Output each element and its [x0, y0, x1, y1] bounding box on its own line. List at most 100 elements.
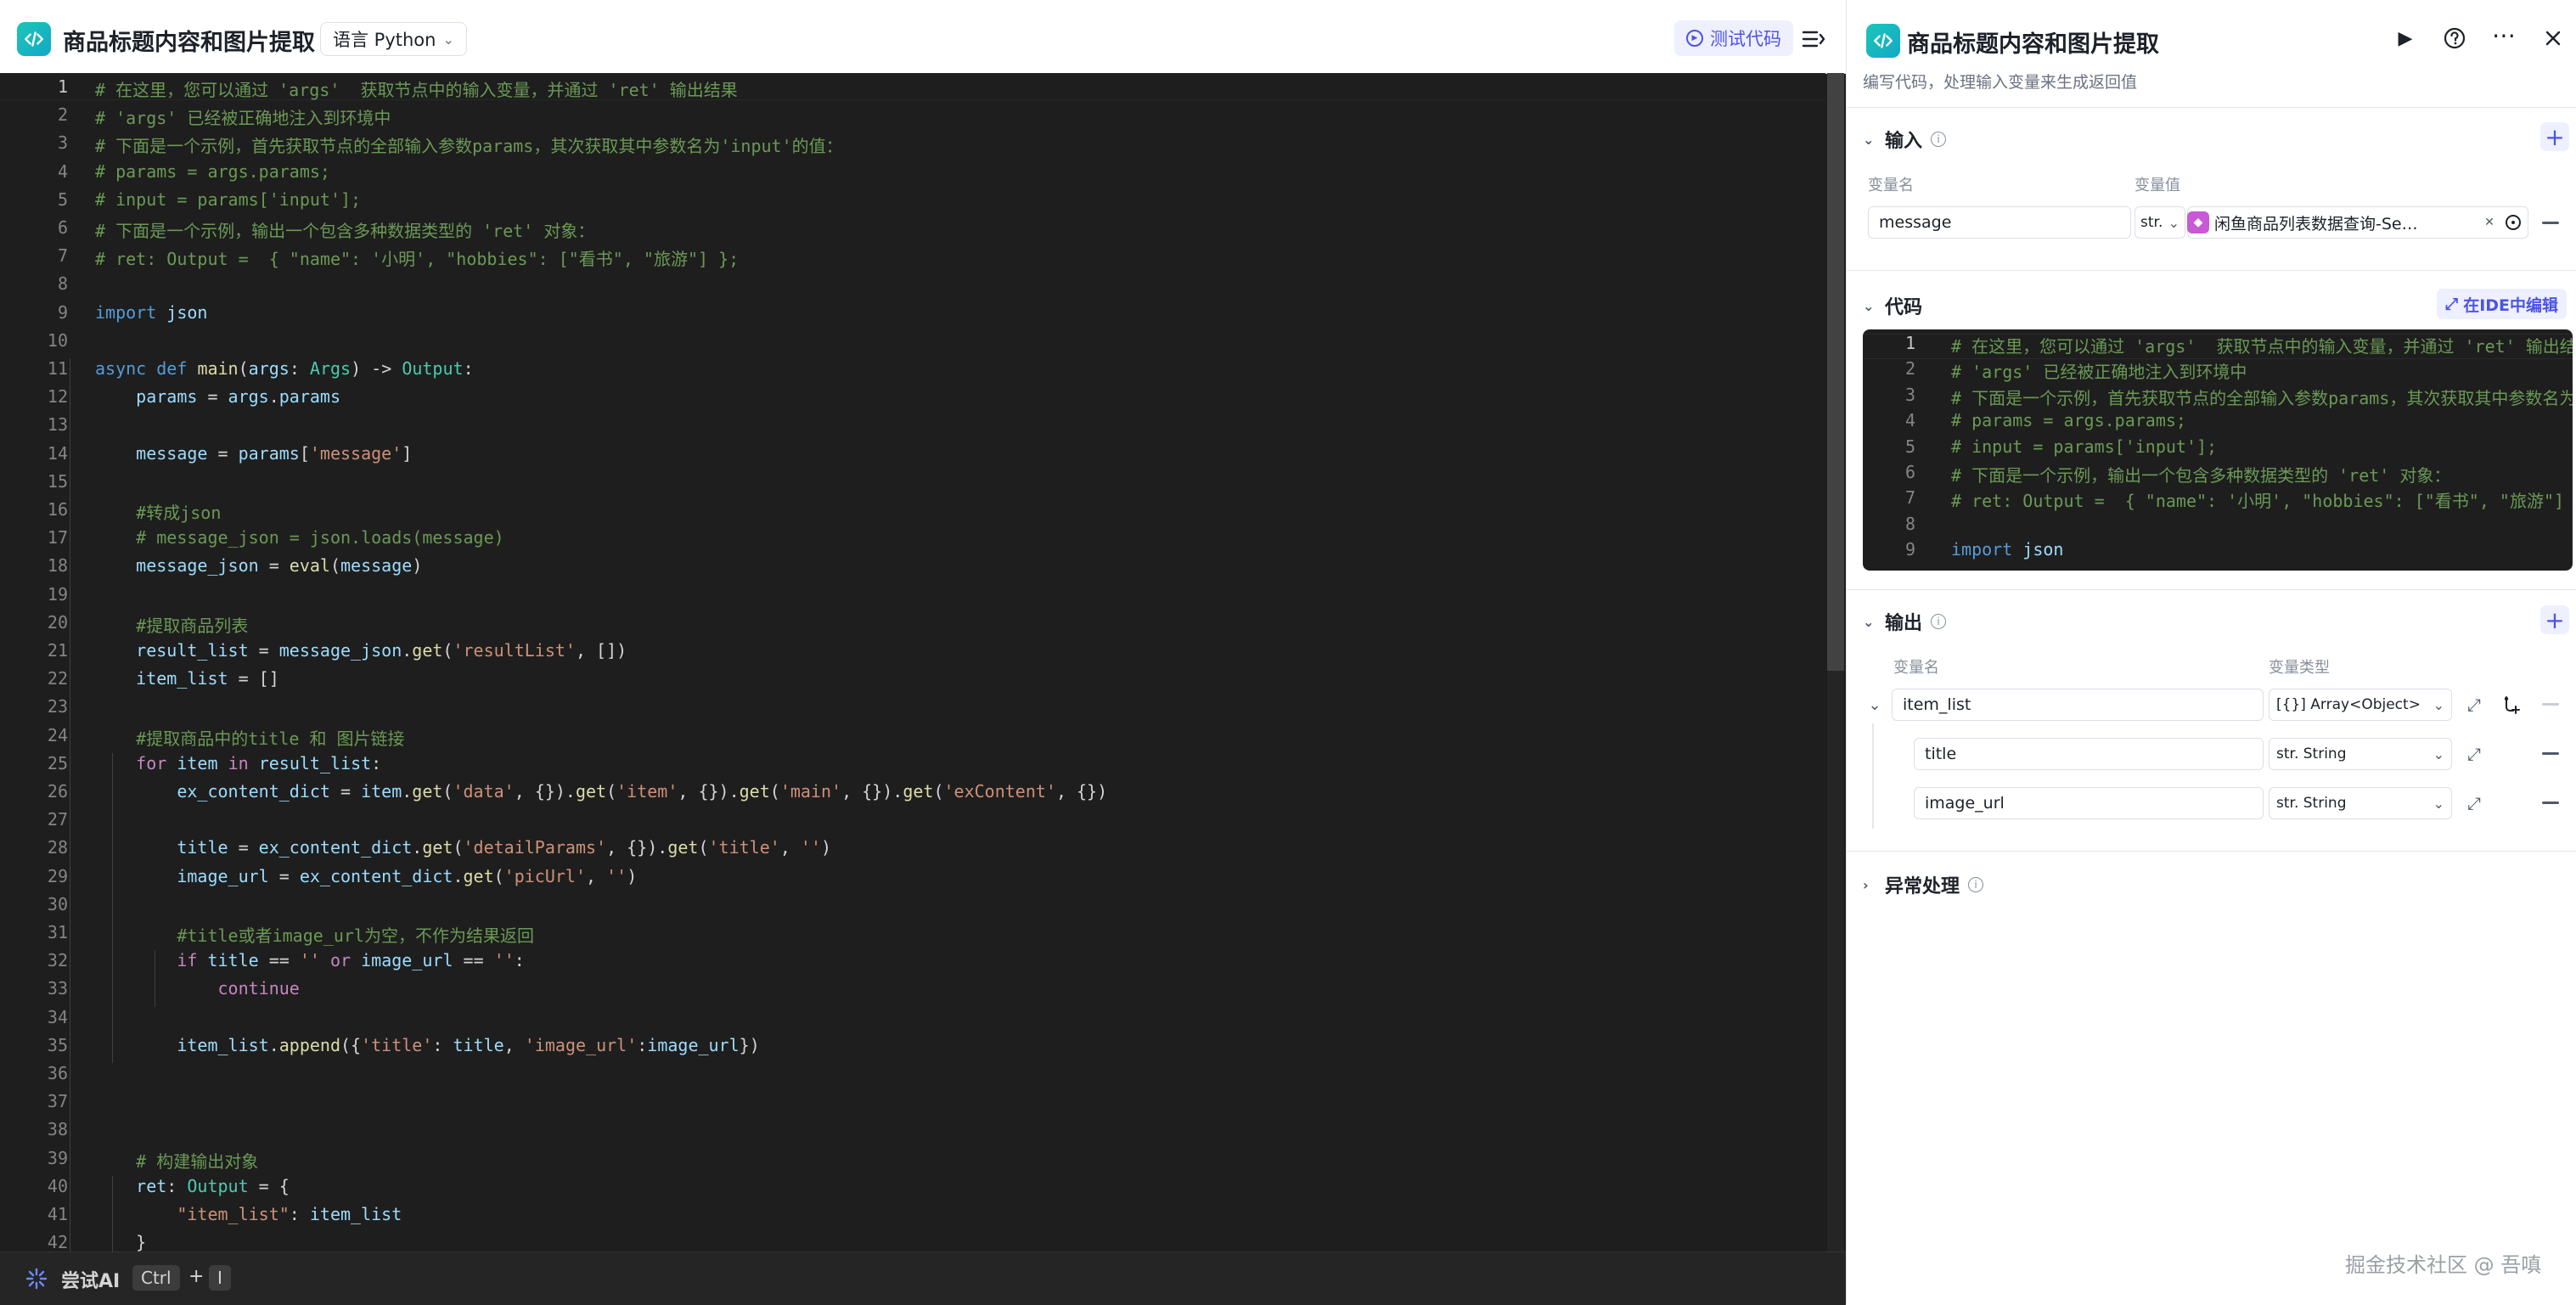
more-icon[interactable]: ⋯	[2491, 21, 2517, 49]
code-line[interactable]: item_list = []	[95, 668, 279, 689]
help-icon[interactable]	[2442, 25, 2467, 51]
chevron-down-icon: ⌄	[1863, 613, 1875, 630]
line-number: 3	[1904, 384, 1915, 405]
add-output-button[interactable]: +	[2540, 605, 2569, 634]
code-line[interactable]: # 构建输出对象	[95, 1148, 258, 1173]
expand-icon[interactable]: ⤢	[2464, 744, 2484, 764]
code-line[interactable]: import json	[95, 302, 207, 323]
code-line[interactable]: }	[95, 1232, 146, 1252]
code-preview[interactable]: 1 # 在这里，您可以通过 'args' 获取节点中的输入变量，并通过 'ret'…	[1863, 329, 2573, 571]
code-line[interactable]: ret: Output = {	[95, 1176, 290, 1196]
line-number: 16	[47, 499, 68, 520]
clear-reference-icon[interactable]: ✕	[2479, 212, 2500, 233]
code-line[interactable]: # input = params['input'];	[1951, 436, 2217, 457]
remove-input-button[interactable]	[2542, 222, 2559, 224]
code-line[interactable]: # ret: Output = { "name": '小明', "hobbies…	[1951, 487, 2573, 512]
code-line[interactable]: if title == '' or image_url == '':	[95, 950, 525, 970]
input-var-type-label: str.	[2140, 214, 2163, 231]
code-section-title: 代码	[1885, 297, 1923, 318]
expand-icon[interactable]: ⤢	[2464, 793, 2484, 813]
variable-picker-icon[interactable]	[2503, 212, 2523, 233]
code-line[interactable]: async def main(args: Args) -> Output:	[95, 358, 474, 379]
code-line[interactable]: message = params['message']	[95, 443, 412, 464]
input-section-header[interactable]: ⌄ 输入 i	[1863, 126, 1947, 153]
code-line[interactable]: #title或者image_url为空，不作为结果返回	[95, 922, 534, 947]
line-number: 5	[57, 188, 68, 210]
code-line[interactable]: #转成json	[95, 499, 221, 524]
code-line[interactable]: # 下面是一个示例，输出一个包含多种数据类型的 'ret' 对象：	[1951, 462, 2450, 487]
reference-chip[interactable]: ◆ 闲鱼商品列表数据查询-Search_...	[2187, 207, 2472, 238]
code-line[interactable]: # message_json = json.loads(message)	[95, 527, 503, 548]
code-line[interactable]: import json	[1951, 539, 2063, 560]
remove-output-button[interactable]	[2542, 802, 2559, 804]
add-child-icon[interactable]	[2501, 695, 2522, 715]
code-line[interactable]: ex_content_dict = item.get('data', {}).g…	[95, 781, 1107, 802]
test-code-button[interactable]: ▶ 测试代码	[1674, 20, 1793, 56]
output-section-header[interactable]: ⌄ 输出 i	[1863, 608, 1947, 635]
language-select[interactable]: 语言 Python ⌄	[320, 22, 467, 56]
input-col-name-label: 变量名	[1868, 177, 1914, 194]
code-line[interactable]: # params = args.params;	[95, 161, 330, 182]
output-var-type-select[interactable]: str. String ⌄	[2269, 738, 2452, 770]
code-line[interactable]: result_list = message_json.get('resultLi…	[95, 640, 627, 661]
edit-in-ide-button[interactable]: ⤢ 在IDE中编辑	[2437, 289, 2568, 319]
expand-icon[interactable]: ⤢	[2464, 695, 2484, 715]
code-section-header[interactable]: ⌄ 代码	[1863, 292, 1922, 319]
tree-line	[1872, 723, 1874, 829]
shortcut-key-i: I	[209, 1265, 231, 1291]
plus-icon: +	[2545, 605, 2565, 634]
code-line[interactable]: title = ex_content_dict.get('detailParam…	[95, 837, 831, 858]
line-number: 24	[47, 724, 68, 745]
code-line[interactable]: for item in result_list:	[95, 753, 381, 773]
code-line[interactable]: # 在这里，您可以通过 'args' 获取节点中的输入变量，并通过 'ret' …	[1951, 333, 2573, 357]
code-line[interactable]: # params = args.params;	[1951, 410, 2186, 430]
input-var-name-field[interactable]: message	[1868, 206, 2131, 239]
line-number: 38	[47, 1119, 68, 1140]
line-number: 35	[47, 1034, 68, 1055]
code-line[interactable]: # ret: Output = { "name": '小明', "hobbies…	[95, 245, 739, 270]
close-icon[interactable]	[2540, 25, 2566, 51]
exception-section-header[interactable]: › 异常处理 i	[1863, 871, 1984, 898]
input-var-type-select[interactable]: str. ⌄	[2134, 206, 2185, 239]
ai-bar[interactable]: 尝试AI Ctrl + I	[0, 1252, 1846, 1305]
output-var-type-select[interactable]: [{}] Array<Object> ⌄	[2269, 689, 2452, 721]
code-line[interactable]: # 下面是一个示例，首先获取节点的全部输入参数params，其次获取其中参数名为…	[95, 132, 843, 157]
code-line[interactable]: # 'args' 已经被正确地注入到环境中	[1951, 358, 2247, 383]
line-number: 5	[1904, 436, 1915, 457]
editor-scroll-thumb[interactable]	[1827, 73, 1844, 671]
line-number: 29	[47, 865, 68, 886]
output-var-name-field[interactable]: image_url	[1914, 787, 2264, 819]
code-line[interactable]: params = args.params	[95, 386, 340, 407]
line-number: 42	[47, 1232, 68, 1252]
code-line[interactable]: # 'args' 已经被正确地注入到环境中	[95, 104, 391, 129]
code-line[interactable]: # 下面是一个示例，输出一个包含多种数据类型的 'ret' 对象：	[95, 217, 594, 242]
add-input-button[interactable]: +	[2540, 122, 2569, 151]
remove-output-button[interactable]	[2542, 752, 2559, 755]
reference-chip-label: 闲鱼商品列表数据查询-Search_...	[2214, 214, 2427, 233]
code-line[interactable]: item_list.append({'title': title, 'image…	[95, 1035, 759, 1055]
shortcut-key-ctrl: Ctrl	[132, 1265, 180, 1291]
code-area[interactable]: 1 # 在这里，您可以通过 'args' 获取节点中的输入变量，并通过 'ret'…	[0, 73, 1825, 1252]
code-line[interactable]: continue	[95, 978, 300, 998]
chevron-down-icon[interactable]: ⌄	[1865, 695, 1885, 715]
output-var-type-select[interactable]: str. String ⌄	[2269, 787, 2452, 819]
divider	[1846, 270, 2576, 271]
code-line[interactable]: # 下面是一个示例，首先获取节点的全部输入参数params，其次获取其中参数名为…	[1951, 385, 2573, 409]
exception-section-title: 异常处理	[1885, 876, 1960, 897]
code-line[interactable]: #提取商品列表	[95, 612, 248, 637]
divider	[1846, 107, 2576, 108]
code-line[interactable]: #提取商品中的title 和 图片链接	[95, 725, 404, 750]
code-line[interactable]: # input = params['input'];	[95, 189, 361, 210]
sidebar-toggle-icon[interactable]	[1800, 25, 1827, 53]
output-var-name-field[interactable]: item_list	[1892, 689, 2264, 721]
play-icon[interactable]: ▶	[2393, 25, 2418, 51]
output-var-name-field[interactable]: title	[1914, 738, 2264, 770]
ai-label[interactable]: 尝试AI	[61, 1266, 120, 1293]
line-number: 10	[47, 329, 68, 351]
code-line[interactable]: image_url = ex_content_dict.get('picUrl'…	[95, 866, 637, 886]
code-line[interactable]: "item_list": item_list	[95, 1204, 402, 1224]
language-label: 语言 Python	[333, 30, 436, 50]
plugin-icon: ◆	[2187, 211, 2209, 233]
code-line[interactable]: # 在这里，您可以通过 'args' 获取节点中的输入变量，并通过 'ret' …	[95, 76, 738, 101]
code-line[interactable]: message_json = eval(message)	[95, 555, 422, 576]
